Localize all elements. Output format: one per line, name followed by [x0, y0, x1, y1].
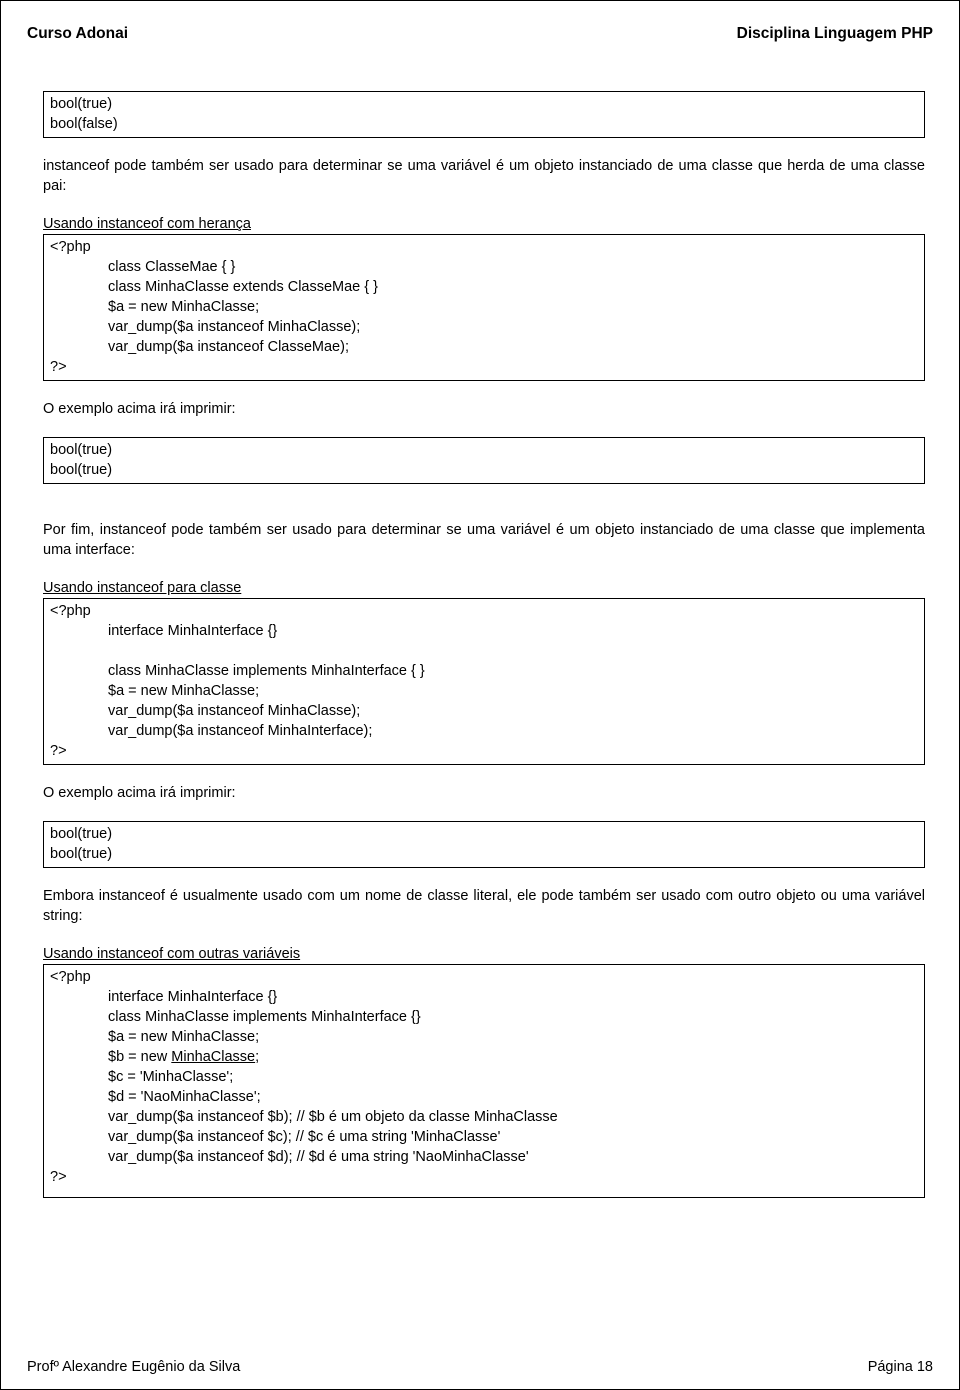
code-line: $a = new MinhaClasse;	[108, 681, 918, 701]
code-line: var_dump($a instanceof ClasseMae);	[108, 337, 918, 357]
example-title-1: Usando instanceof com herança	[43, 216, 251, 232]
code-line: var_dump($a instanceof MinhaInterface);	[108, 721, 918, 741]
code-line: ?>	[50, 741, 918, 761]
page-header: Curso Adonai Disciplina Linguagem PHP	[27, 25, 933, 43]
page-content: bool(true) bool(false) instanceof pode t…	[27, 91, 933, 1198]
output-label-2: O exemplo acima irá imprimir:	[43, 783, 925, 803]
example-title-2: Usando instanceof para classe	[43, 580, 241, 596]
code-line: interface MinhaInterface {}	[108, 621, 918, 641]
code-line: class MinhaClasse extends ClasseMae { }	[108, 277, 918, 297]
code-line: $a = new MinhaClasse;	[108, 297, 918, 317]
code-line: var_dump($a instanceof MinhaClasse);	[108, 701, 918, 721]
output-line: bool(false)	[50, 114, 918, 134]
code-line: $b = new MinhaClasse;	[108, 1047, 918, 1067]
code-box-1: <?php class ClasseMae { } class MinhaCla…	[43, 234, 925, 381]
code-box-3: <?php interface MinhaInterface {} class …	[43, 964, 925, 1198]
code-line: var_dump($a instanceof $d); // $d é uma …	[108, 1147, 918, 1167]
output-line: bool(true)	[50, 460, 918, 480]
output-line: bool(true)	[50, 844, 918, 864]
code-line: var_dump($a instanceof $c); // $c é uma …	[108, 1127, 918, 1147]
code-line: <?php	[50, 967, 918, 987]
code-line: var_dump($a instanceof $b); // $b é um o…	[108, 1107, 918, 1127]
code-box-2: <?php interface MinhaInterface {} class …	[43, 598, 925, 765]
code-line: var_dump($a instanceof MinhaClasse);	[108, 317, 918, 337]
output-box-2: bool(true) bool(true)	[43, 437, 925, 484]
code-line: <?php	[50, 237, 918, 257]
output-line: bool(true)	[50, 824, 918, 844]
output-line: bool(true)	[50, 94, 918, 114]
header-right: Disciplina Linguagem PHP	[737, 25, 933, 43]
footer-author: Profº Alexandre Eugênio da Silva	[27, 1359, 240, 1375]
code-line: $a = new MinhaClasse;	[108, 1027, 918, 1047]
output-box-3: bool(true) bool(true)	[43, 821, 925, 868]
code-line: <?php	[50, 601, 918, 621]
code-line: ?>	[50, 1167, 918, 1187]
code-line: $d = 'NaoMinhaClasse';	[108, 1087, 918, 1107]
footer-page-number: Página 18	[868, 1359, 933, 1375]
header-left: Curso Adonai	[27, 25, 128, 43]
code-line: ?>	[50, 357, 918, 377]
output-line: bool(true)	[50, 440, 918, 460]
example-title-3: Usando instanceof com outras variáveis	[43, 946, 300, 962]
code-line: class ClasseMae { }	[108, 257, 918, 277]
paragraph-3: Embora instanceof é usualmente usado com…	[43, 886, 925, 926]
page-footer: Profº Alexandre Eugênio da Silva Página …	[27, 1359, 933, 1375]
output-label-1: O exemplo acima irá imprimir:	[43, 399, 925, 419]
code-line: class MinhaClasse implements MinhaInterf…	[108, 1007, 918, 1027]
code-line	[108, 641, 918, 661]
paragraph-1: instanceof pode também ser usado para de…	[43, 156, 925, 196]
code-line: $c = 'MinhaClasse';	[108, 1067, 918, 1087]
output-box-1: bool(true) bool(false)	[43, 91, 925, 138]
code-line: interface MinhaInterface {}	[108, 987, 918, 1007]
page: Curso Adonai Disciplina Linguagem PHP bo…	[0, 0, 960, 1390]
paragraph-2: Por fim, instanceof pode também ser usad…	[43, 520, 925, 560]
code-line: class MinhaClasse implements MinhaInterf…	[108, 661, 918, 681]
